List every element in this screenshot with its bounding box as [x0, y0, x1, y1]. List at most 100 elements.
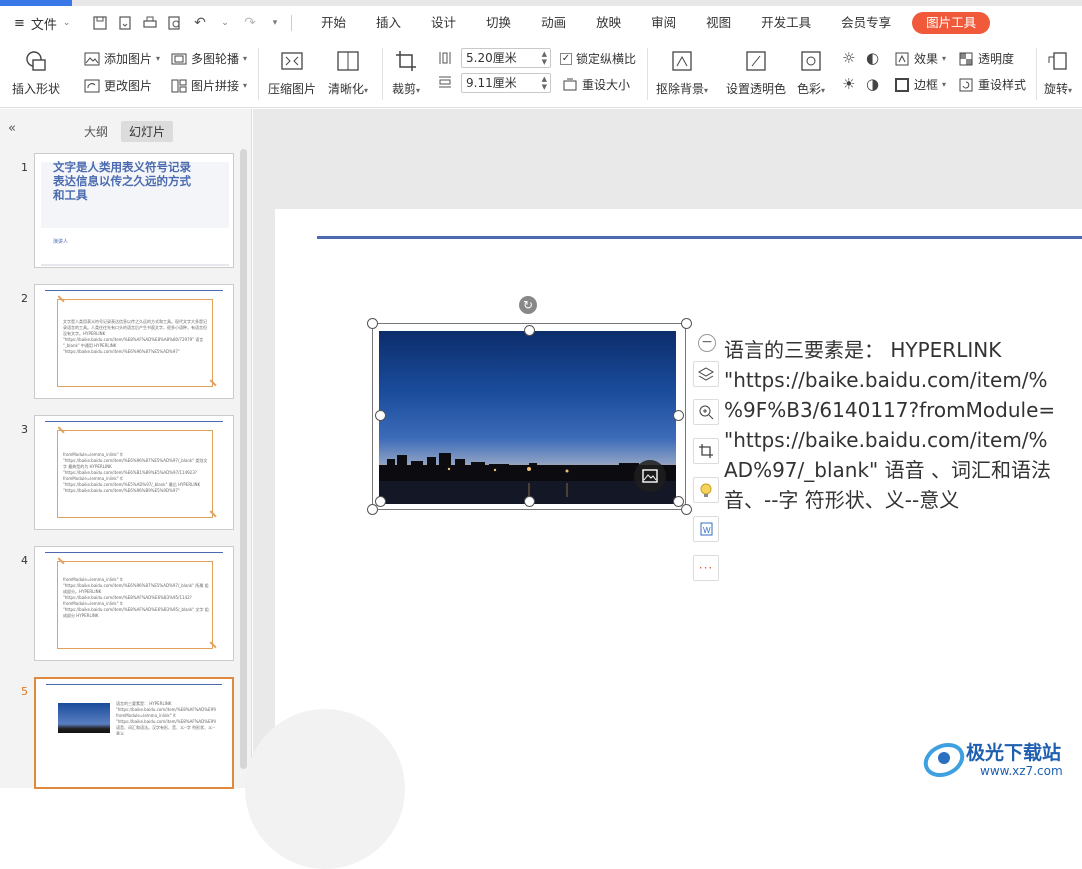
tab-outline[interactable]: 大纲: [76, 121, 116, 142]
crop-label: 裁剪▾: [392, 82, 421, 96]
picture-collage-label: 图片拼接: [191, 79, 240, 93]
resize-handle-b[interactable]: [524, 496, 535, 507]
brightness-down-icon[interactable]: ☀: [842, 75, 855, 93]
rotate-button[interactable]: 旋转▾: [1044, 48, 1072, 97]
slide-thumbnail-2[interactable]: 文字是人类用表义符号记录表达信息以传之久远的方式和工具。现代文字大多是记录语言的…: [34, 284, 234, 399]
stepper-arrows[interactable]: ▲ ▼: [542, 75, 547, 91]
insert-shape-button[interactable]: 插入形状: [12, 48, 60, 97]
transparency-button[interactable]: 透明度: [958, 50, 1014, 67]
resize-handle-l[interactable]: [375, 410, 386, 421]
tab-slideshow[interactable]: 放映: [581, 6, 636, 40]
contrast-up-icon[interactable]: ◐: [866, 49, 879, 67]
set-transparent-color-button[interactable]: 设置透明色: [726, 48, 786, 97]
watermark-url: www.xz7.com: [980, 764, 1063, 778]
layers-icon[interactable]: [693, 361, 719, 387]
tab-member[interactable]: 会员专享: [826, 6, 906, 40]
file-menu[interactable]: ≡ 文件 ⌄: [0, 14, 88, 33]
sharpen-button[interactable]: 清晰化▾: [328, 48, 368, 97]
slide-thumbnail-5[interactable]: 语言的三要素是： HYPERLINK "https://baike.baidu.…: [34, 677, 234, 789]
resize-handle-tr[interactable]: [681, 318, 692, 329]
tab-view[interactable]: 视图: [691, 6, 746, 40]
change-picture-button[interactable]: 更改图片: [84, 77, 152, 94]
tab-developer[interactable]: 开发工具: [746, 6, 826, 40]
redo-icon[interactable]: ↷: [242, 15, 258, 31]
city-night-picture[interactable]: [379, 331, 676, 504]
compress-icon: [279, 48, 305, 74]
tab-animations[interactable]: 动画: [526, 6, 581, 40]
collage-icon: [171, 78, 187, 94]
thumb-top-line: [45, 552, 223, 553]
rotate-handle-icon[interactable]: ↻: [519, 296, 537, 314]
resize-handle-inner-br[interactable]: [673, 496, 684, 507]
compress-picture-button[interactable]: 压缩图片: [268, 48, 316, 97]
slide-thumbnail-4[interactable]: fromModule=lemma_inlink" \t "https://bai…: [34, 546, 234, 661]
slide-number: 2: [21, 292, 28, 305]
picture-collage-button[interactable]: 图片拼接 ▾: [171, 77, 247, 94]
resize-handle-t[interactable]: [524, 325, 535, 336]
slide-number: 4: [21, 554, 28, 567]
resize-handle-br[interactable]: [681, 504, 692, 515]
export-pdf-icon[interactable]: [117, 15, 133, 31]
customize-toolbar-icon[interactable]: ▾: [267, 15, 283, 31]
slide-body-text[interactable]: 语言的三要素是： HYPERLINK "https://baike.baidu.…: [724, 335, 1082, 515]
slide-number: 3: [21, 423, 28, 436]
ribbon-tabs: 开始 插入 设计 切换 动画 放映 审阅 视图 开发工具 会员专享 图片工具: [306, 6, 991, 40]
rotate-icon: [1045, 48, 1071, 74]
collapse-panel-icon[interactable]: «: [8, 121, 16, 136]
menu-bar: ≡ 文件 ⌄ ↶ ⌄ ↷ ▾ 开始 插入 设计 切换 动画 放映 审阅 视图 开…: [0, 6, 1082, 40]
slide-thumbnail-3[interactable]: fromModule=lemma_inlink" \t "https://bai…: [34, 415, 234, 530]
print-preview-icon[interactable]: [167, 15, 183, 31]
remove-background-icon: [669, 48, 695, 74]
multi-carousel-button[interactable]: 多图轮播 ▾: [171, 50, 247, 67]
chevron-down-icon: ▾: [156, 54, 161, 63]
remove-background-button[interactable]: 抠除背景▾: [656, 48, 708, 97]
transparency-label: 透明度: [978, 52, 1015, 66]
slide-number: 1: [21, 161, 28, 174]
add-picture-button[interactable]: 添加图片 ▾: [84, 50, 160, 67]
reset-size-label: 重设大小: [582, 78, 631, 92]
tab-design[interactable]: 设计: [416, 6, 471, 40]
effects-button[interactable]: 效果 ▾: [894, 50, 946, 67]
border-button[interactable]: 边框 ▾: [894, 76, 946, 93]
slide-thumbnail-1[interactable]: 文字是人类用表义符号记录表达信息以传之久远的方式和工具 演讲人: [34, 153, 234, 268]
crop-icon[interactable]: [693, 438, 719, 464]
contrast-down-icon[interactable]: ◑: [866, 75, 879, 93]
color-button[interactable]: 色彩▾: [797, 48, 825, 97]
collapse-toolbar-icon[interactable]: −: [698, 334, 716, 352]
sharpen-label: 清晰化▾: [328, 82, 369, 96]
tab-slides[interactable]: 幻灯片: [121, 121, 174, 142]
stepper-arrows[interactable]: ▲ ▼: [542, 50, 547, 66]
resize-handle-tl[interactable]: [367, 318, 378, 329]
height-field[interactable]: 5.20厘米 ▲ ▼: [461, 48, 551, 68]
tab-review[interactable]: 审阅: [636, 6, 691, 40]
chevron-down-icon: ▾: [243, 81, 248, 90]
lock-ratio-checkbox[interactable]: ✓ 锁定纵横比: [560, 50, 636, 67]
reset-style-button[interactable]: 重设样式: [958, 76, 1026, 93]
tab-home[interactable]: 开始: [306, 6, 361, 40]
effects-label: 效果: [914, 52, 939, 66]
undo-icon[interactable]: ↶: [192, 15, 208, 31]
reset-size-button[interactable]: 重设大小: [562, 76, 630, 93]
crop-button[interactable]: 裁剪▾: [392, 48, 420, 97]
selected-picture-frame[interactable]: [372, 323, 686, 510]
resize-handle-r[interactable]: [673, 410, 684, 421]
brightness-up-icon[interactable]: ☼: [842, 49, 855, 67]
width-field[interactable]: 9.11厘米 ▲ ▼: [461, 73, 551, 93]
image-search-icon[interactable]: [634, 460, 666, 492]
watermark: 极光下载站 www.xz7.com: [922, 736, 1080, 784]
tab-picture-tools[interactable]: 图片工具: [912, 12, 991, 34]
reset-style-icon: [958, 77, 974, 93]
tab-insert[interactable]: 插入: [361, 6, 416, 40]
chevron-down-icon[interactable]: ⌄: [217, 15, 233, 31]
panel-scrollbar[interactable]: [240, 149, 247, 769]
tab-transitions[interactable]: 切换: [471, 6, 526, 40]
thumb-title: 文字是人类用表义符号记录表达信息以传之久远的方式和工具: [53, 160, 191, 202]
rotate-label: 旋转▾: [1044, 82, 1073, 96]
more-options-icon[interactable]: ···: [693, 555, 719, 581]
resize-handle-inner-bl[interactable]: [375, 496, 386, 507]
zoom-in-icon[interactable]: [693, 399, 719, 425]
print-icon[interactable]: [142, 15, 158, 31]
convert-to-word-icon[interactable]: W: [693, 516, 719, 542]
smart-tip-bulb-icon[interactable]: [693, 477, 719, 503]
save-icon[interactable]: [92, 15, 108, 31]
